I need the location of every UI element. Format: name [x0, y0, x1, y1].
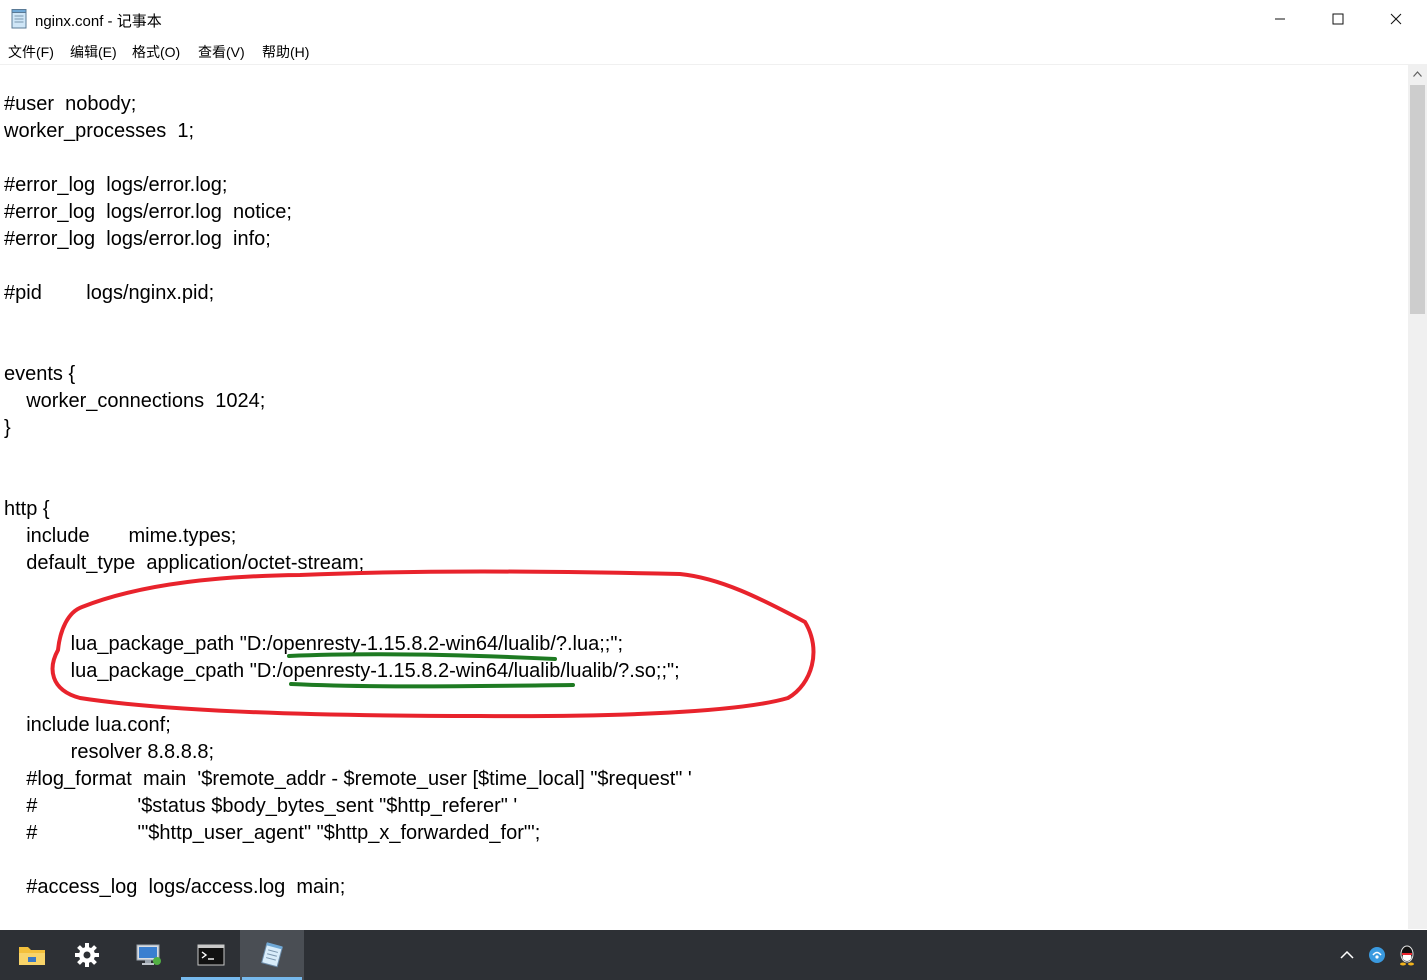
chevron-up-icon [1340, 951, 1354, 959]
code-line: resolver 8.8.8.8; [4, 741, 215, 763]
window-title: nginx.conf - 记事本 [35, 13, 162, 30]
code-line: # '$status $body_bytes_sent "$http_refer… [4, 795, 518, 817]
code-line: #error_log logs/error.log info; [4, 228, 271, 250]
chevron-up-icon [1413, 71, 1422, 77]
code-line: worker_connections 1024; [4, 390, 266, 412]
menu-bar: 文件(F) 编辑(E) 格式(O) 查看(V) 帮助(H) [0, 38, 1427, 65]
taskbar-notepad[interactable] [240, 930, 304, 980]
gear-icon [75, 943, 99, 967]
taskbar-settings[interactable] [55, 930, 119, 980]
taskbar [0, 930, 1427, 980]
network-icon [1369, 947, 1385, 963]
notepad-icon [261, 942, 283, 968]
code-line: lua_package_cpath "D:/openresty-1.15.8.2… [4, 660, 680, 682]
minimize-icon [1275, 18, 1285, 20]
taskbar-command-prompt[interactable] [179, 930, 243, 980]
remote-desktop-icon [136, 944, 161, 965]
notepad-icon [11, 9, 27, 29]
menu-file[interactable]: 文件(F) [8, 42, 54, 62]
code-line: #user nobody; [4, 93, 137, 115]
code-line: } [4, 417, 11, 439]
code-line: include lua.conf; [4, 714, 171, 736]
folder-icon [19, 947, 45, 965]
code-line: include mime.types; [4, 525, 237, 547]
command-prompt-icon [197, 944, 225, 966]
taskbar-remote-desktop[interactable] [117, 930, 181, 980]
code-line: events { [4, 363, 76, 385]
code-line: #error_log logs/error.log notice; [4, 201, 292, 223]
code-line: #access_log logs/access.log main; [4, 876, 346, 898]
maximize-icon [1332, 13, 1344, 25]
menu-view[interactable]: 查看(V) [198, 42, 245, 62]
code-line: #error_log logs/error.log; [4, 174, 228, 196]
tray-network[interactable] [1364, 930, 1390, 980]
qq-icon [1400, 945, 1414, 966]
code-line: #log_format main '$remote_addr - $remote… [4, 768, 692, 790]
title-bar: nginx.conf - 记事本 [0, 0, 1427, 38]
text-editor[interactable]: #user nobody; worker_processes 1; #error… [0, 65, 1408, 929]
code-line: http { [4, 498, 50, 520]
code-line: lua_package_path "D:/openresty-1.15.8.2-… [4, 633, 624, 655]
code-line: # '"$http_user_agent" "$http_x_forwarded… [4, 822, 541, 844]
menu-format[interactable]: 格式(O) [132, 42, 180, 62]
close-button[interactable] [1367, 0, 1425, 38]
code-line: worker_processes 1; [4, 120, 195, 142]
minimize-button[interactable] [1251, 0, 1309, 38]
menu-help[interactable]: 帮助(H) [262, 42, 309, 62]
scroll-up-button[interactable] [1408, 65, 1427, 83]
tray-show-hidden-icons[interactable] [1334, 930, 1360, 980]
menu-edit[interactable]: 编辑(E) [70, 42, 117, 62]
scroll-thumb[interactable] [1410, 85, 1425, 314]
code-line: default_type application/octet-stream; [4, 552, 365, 574]
code-line: #pid logs/nginx.pid; [4, 282, 215, 304]
close-icon [1390, 13, 1402, 25]
maximize-button[interactable] [1309, 0, 1367, 38]
tray-qq[interactable] [1394, 930, 1420, 980]
vertical-scrollbar[interactable] [1408, 65, 1427, 929]
